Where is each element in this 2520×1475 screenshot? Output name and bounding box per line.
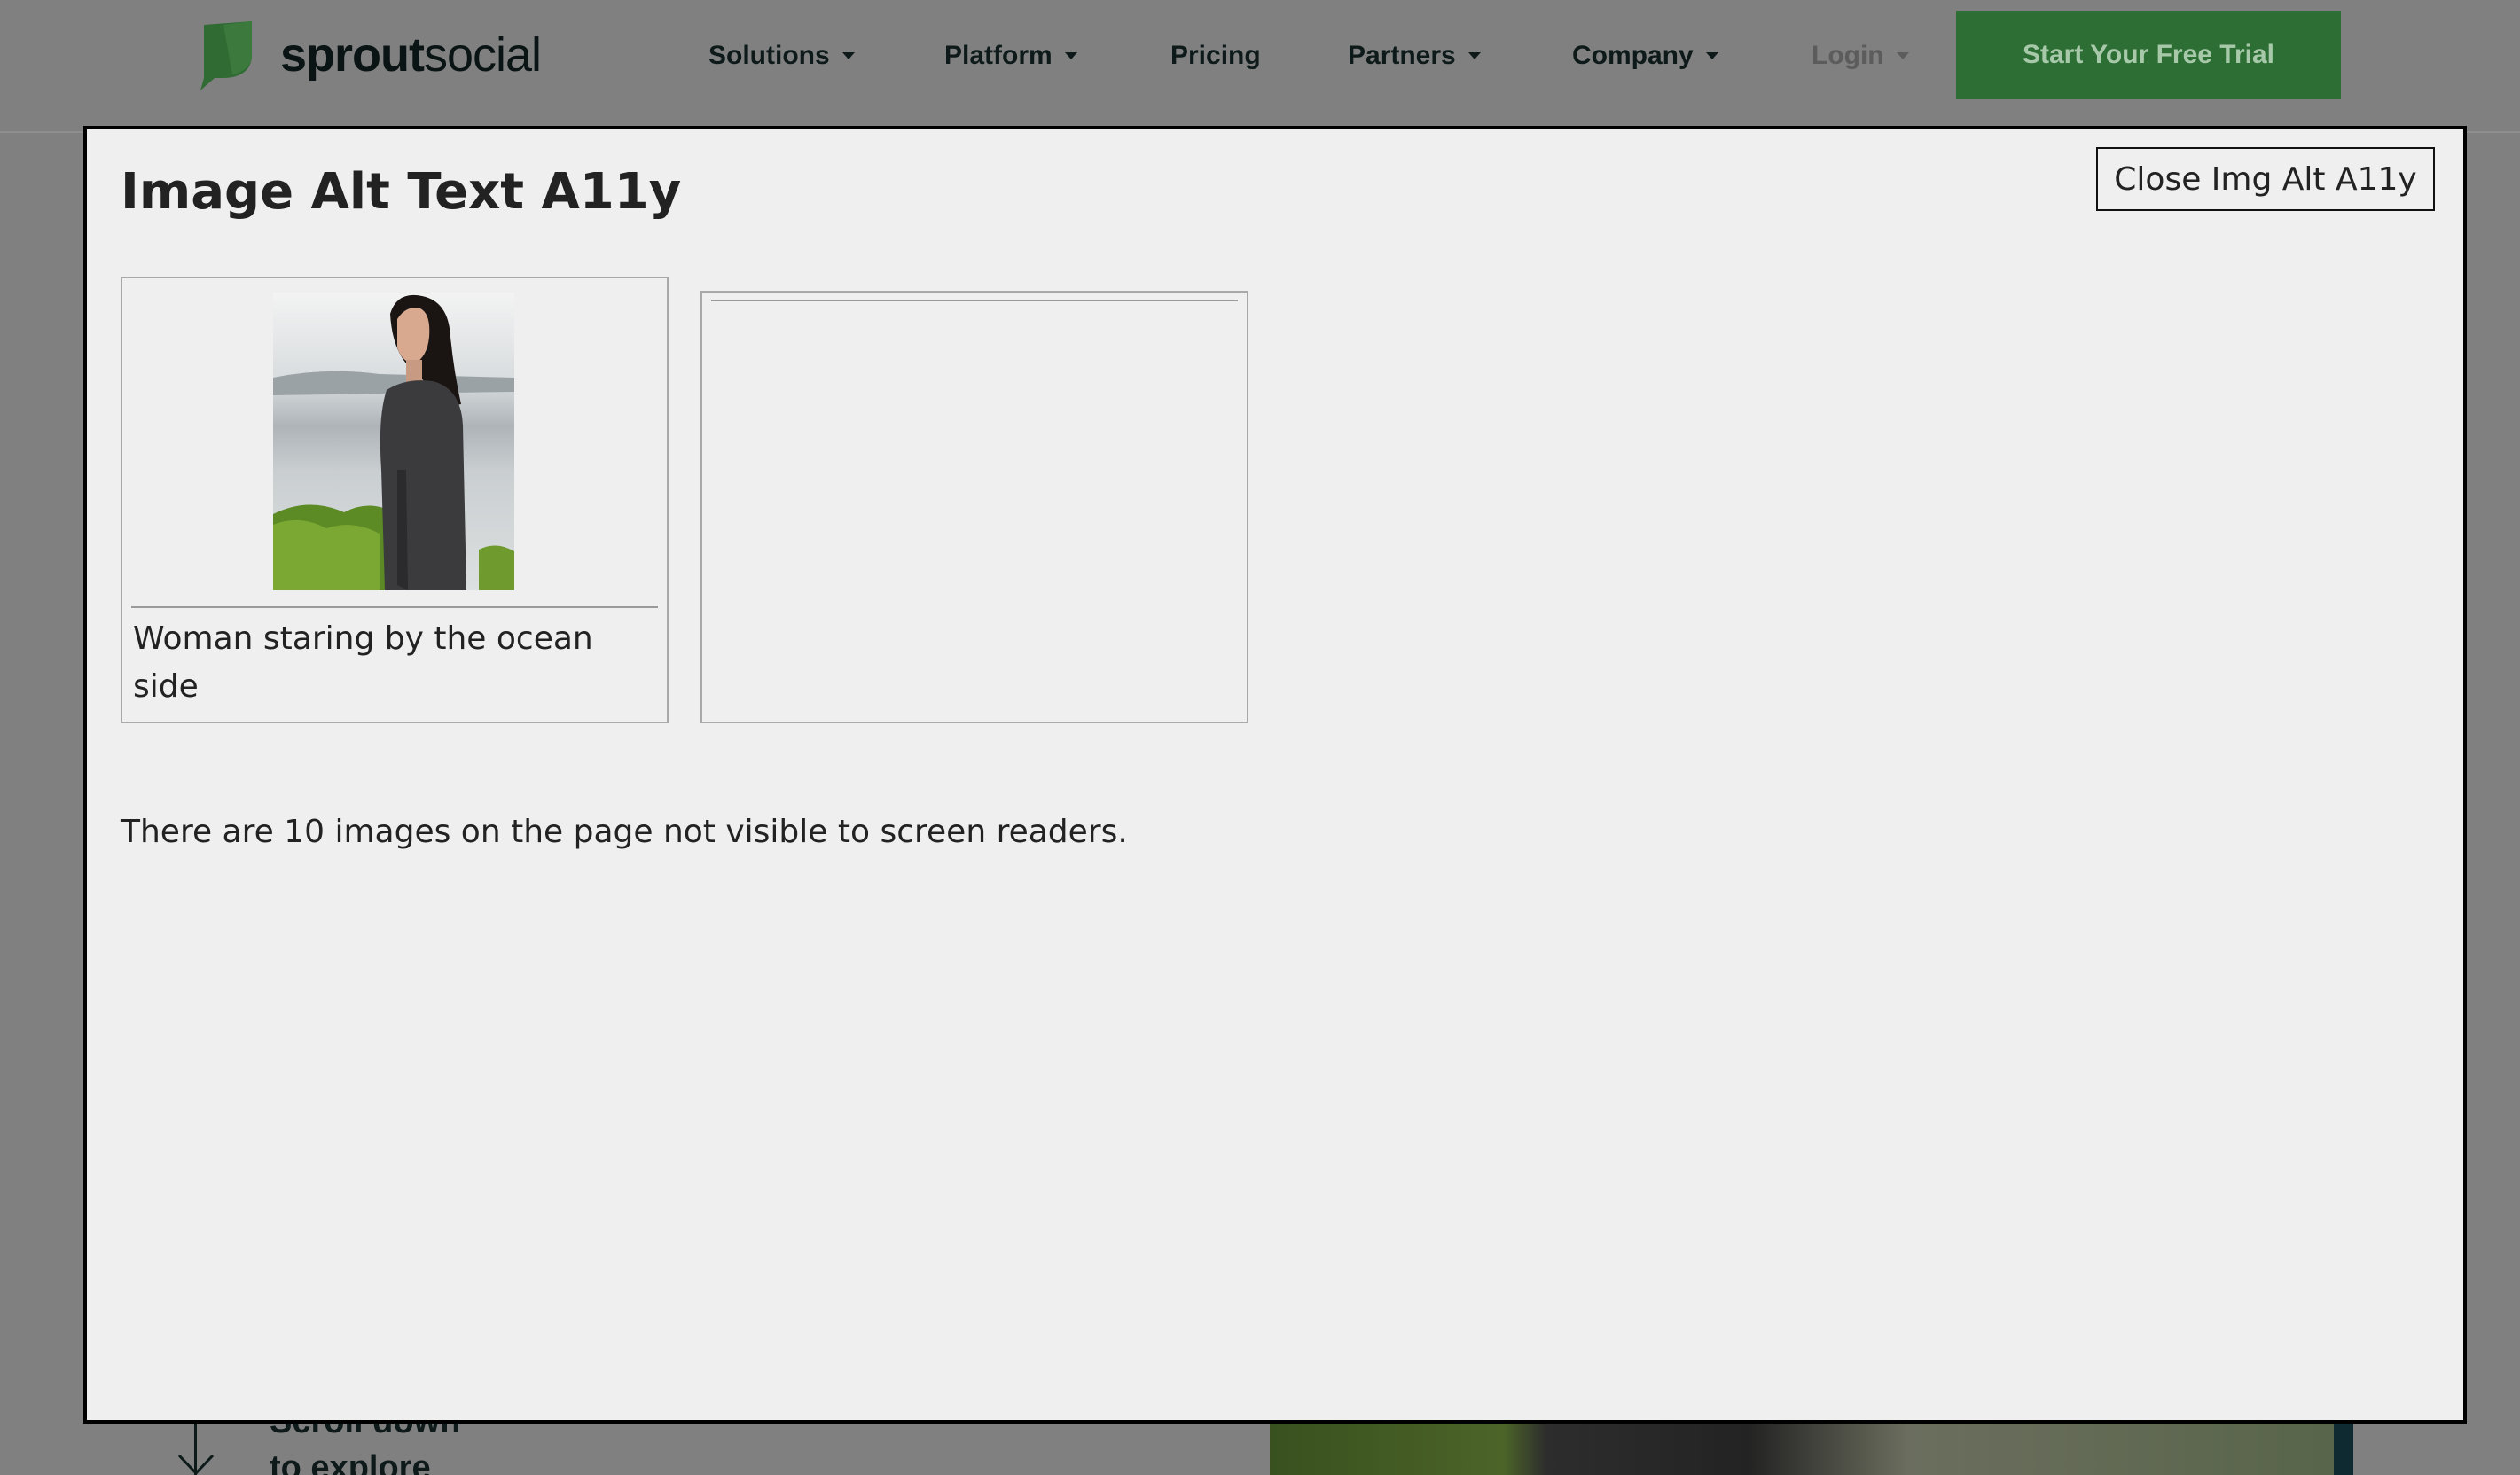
hidden-images-summary: There are 10 images on the page not visi…	[121, 814, 1128, 850]
sproutsocial-logo[interactable]: sproutsocial	[197, 20, 542, 90]
nav-platform[interactable]: Platform	[944, 35, 1077, 76]
caret-down-icon	[1896, 52, 1909, 59]
woman-ocean-photo	[273, 293, 514, 590]
caret-down-icon	[1064, 52, 1077, 59]
caret-down-icon	[1467, 52, 1481, 59]
nav-company[interactable]: Company	[1572, 35, 1718, 76]
close-modal-button[interactable]: Close Img Alt A11y	[2096, 147, 2435, 211]
caret-down-icon	[841, 52, 855, 59]
nav-login[interactable]: Login	[1812, 35, 1909, 76]
hero-edge	[2334, 1424, 2353, 1475]
nav-solutions[interactable]: Solutions	[708, 35, 855, 76]
image-alt-caption: Woman staring by the ocean side	[133, 620, 593, 705]
modal-title: Image Alt Text A11y	[121, 163, 682, 221]
caret-down-icon	[1705, 52, 1718, 59]
arrow-down-icon	[177, 1454, 215, 1475]
image-card-empty	[700, 291, 1248, 723]
logo-wordmark: sproutsocial	[280, 28, 542, 82]
nav-partners[interactable]: Partners	[1348, 35, 1481, 76]
image-card: Woman staring by the ocean side	[121, 277, 669, 723]
start-free-trial-button[interactable]: Start Your Free Trial	[1956, 11, 2341, 99]
card-divider	[711, 300, 1238, 301]
card-divider	[131, 606, 658, 608]
sprout-leaf-icon	[200, 21, 252, 90]
site-header: sproutsocial Solutions Platform Pricing …	[0, 0, 2520, 133]
scroll-hint-line2: to explore	[270, 1449, 431, 1475]
image-alt-text-modal: Image Alt Text A11y Close Img Alt A11y W…	[83, 126, 2467, 1424]
nav-pricing[interactable]: Pricing	[1170, 35, 1261, 76]
hero-photo	[1270, 1424, 2334, 1475]
